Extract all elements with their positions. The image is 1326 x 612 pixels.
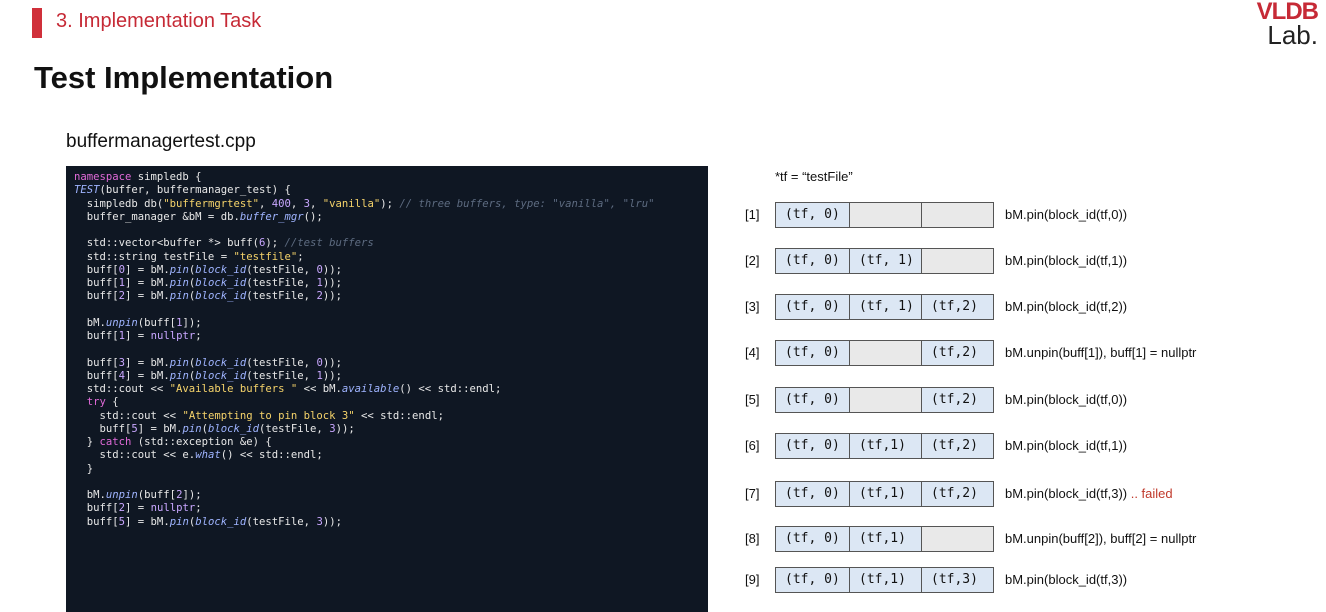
code-line: std::cout << "Available buffers " << bM.… <box>74 383 502 395</box>
code-line: buff[1] = bM.pin(block_id(testFile, 1)); <box>74 277 342 289</box>
step-index: [2] <box>745 253 760 268</box>
buffer-slot: (tf,1) <box>849 526 922 552</box>
code-line: } catch (std::exception &e) { <box>74 436 272 448</box>
code-line: bM.unpin(buff[1]); <box>74 316 202 329</box>
section-heading: 3. Implementation Task <box>56 10 262 32</box>
code-filename: buffermanagertest.cpp <box>66 131 256 152</box>
buffer-slot: (tf, 0) <box>775 481 850 507</box>
abbreviation-note: *tf = “testFile” <box>775 169 853 184</box>
failed-label: .. failed <box>1127 486 1173 501</box>
operation-text: bM.pin(block_id(tf,2)) <box>1005 299 1128 314</box>
step-index: [5] <box>745 392 760 407</box>
buffer-slot: (tf, 0) <box>775 567 850 593</box>
step-operation: bM.pin(block_id(tf,1)) <box>1005 438 1127 453</box>
step-operation: bM.pin(block_id(tf,3)) .. failed <box>1005 486 1173 501</box>
step-index: [4] <box>745 345 760 360</box>
step-index: [9] <box>745 572 760 587</box>
code-line: buff[5] = bM.pin(block_id(testFile, 3)); <box>74 515 342 528</box>
step-index: [1] <box>745 207 760 222</box>
step-operation: bM.unpin(buff[2]), buff[2] = nullptr <box>1005 531 1196 546</box>
code-line: bM.unpin(buff[2]); <box>74 489 202 501</box>
section-accent-bar <box>32 8 42 38</box>
step-index: [7] <box>745 486 760 501</box>
operation-text: bM.unpin(buff[1]), buff[1] = nullptr <box>1005 345 1197 360</box>
step-operation: bM.pin(block_id(tf,3)) <box>1005 572 1127 587</box>
buffer-slot <box>921 248 994 274</box>
code-block: namespace simpledb {TEST(buffer, bufferm… <box>66 166 708 612</box>
step-operation: bM.pin(block_id(tf,0)) <box>1005 392 1127 407</box>
buffer-slot: (tf,2) <box>921 340 994 366</box>
buffer-slot: (tf, 1) <box>849 248 922 274</box>
code-line: std::string testFile = "testfile"; <box>74 250 304 263</box>
buffer-slot: (tf,1) <box>849 433 922 459</box>
code-line: buff[2] = bM.pin(block_id(testFile, 2)); <box>74 290 342 303</box>
code-line: std::cout << "Attempting to pin block 3"… <box>74 409 444 422</box>
buffer-slot: (tf,1) <box>849 567 922 593</box>
code-line: std::cout << e.what() << std::endl; <box>74 449 323 462</box>
operation-text: bM.pin(block_id(tf,1)) <box>1005 253 1128 268</box>
operation-text: bM.unpin(buff[2]), buff[2] = nullptr <box>1005 531 1197 546</box>
code-line: TEST(buffer, buffermanager_test) { <box>74 184 291 197</box>
operation-text: bM.pin(block_id(tf,0)) <box>1005 392 1128 407</box>
buffer-slot: (tf, 1) <box>849 294 922 320</box>
buffer-slot: (tf, 0) <box>775 526 850 552</box>
buffer-slot: (tf, 0) <box>775 248 850 274</box>
buffer-slot <box>849 387 922 413</box>
step-operation: bM.pin(block_id(tf,2)) <box>1005 299 1127 314</box>
buffer-slot: (tf, 0) <box>775 433 850 459</box>
step-index: [8] <box>745 531 760 546</box>
buffer-slot: (tf, 0) <box>775 340 850 366</box>
operation-text: bM.pin(block_id(tf,1)) <box>1005 438 1128 453</box>
buffer-slot: (tf,2) <box>921 481 994 507</box>
code-line: try { <box>86 396 119 409</box>
buffer-slot: (tf,3) <box>921 567 994 593</box>
logo-bottom-text: Lab. <box>1267 20 1318 50</box>
buffer-slot <box>849 202 922 228</box>
page-title: Test Implementation <box>34 60 334 95</box>
code-line: buff[4] = bM.pin(block_id(testFile, 1)); <box>74 369 342 382</box>
code-line: buff[5] = bM.pin(block_id(testFile, 3)); <box>74 422 355 435</box>
code-line: buff[3] = bM.pin(block_id(testFile, 0)); <box>74 356 342 369</box>
step-operation: bM.pin(block_id(tf,0)) <box>1005 207 1127 222</box>
code-line: std::vector<buffer *> buff(6); //test bu… <box>74 237 374 250</box>
code-line: namespace simpledb { <box>74 171 202 183</box>
buffer-slot: (tf,1) <box>849 481 922 507</box>
code-line: simpledb db("buffermgrtest", 400, 3, "va… <box>74 197 655 210</box>
buffer-slot: (tf,2) <box>921 294 994 320</box>
code-line: buff[0] = bM.pin(block_id(testFile, 0)); <box>74 263 342 276</box>
buffer-slot: (tf, 0) <box>775 202 850 228</box>
buffer-slot: (tf,2) <box>921 387 994 413</box>
code-line: buffer_manager &bM = db.buffer_mgr(); <box>74 210 323 223</box>
buffer-slot: (tf,2) <box>921 433 994 459</box>
buffer-slot: (tf, 0) <box>775 387 850 413</box>
step-operation: bM.unpin(buff[1]), buff[1] = nullptr <box>1005 345 1196 360</box>
buffer-slot <box>849 340 922 366</box>
step-operation: bM.pin(block_id(tf,1)) <box>1005 253 1127 268</box>
buffer-slot <box>921 202 994 228</box>
code-line: buff[1] = nullptr; <box>74 330 202 342</box>
step-index: [6] <box>745 438 760 453</box>
code-line: buff[2] = nullptr; <box>74 502 202 515</box>
vldb-lab-logo: VLDB Lab. <box>1248 0 1319 50</box>
code-line: } <box>74 462 94 475</box>
operation-text: bM.pin(block_id(tf,3)) <box>1005 486 1128 501</box>
operation-text: bM.pin(block_id(tf,0)) <box>1005 207 1128 222</box>
operation-text: bM.pin(block_id(tf,3)) <box>1005 572 1128 587</box>
buffer-slot: (tf, 0) <box>775 294 850 320</box>
buffer-slot <box>921 526 994 552</box>
step-index: [3] <box>745 299 760 314</box>
